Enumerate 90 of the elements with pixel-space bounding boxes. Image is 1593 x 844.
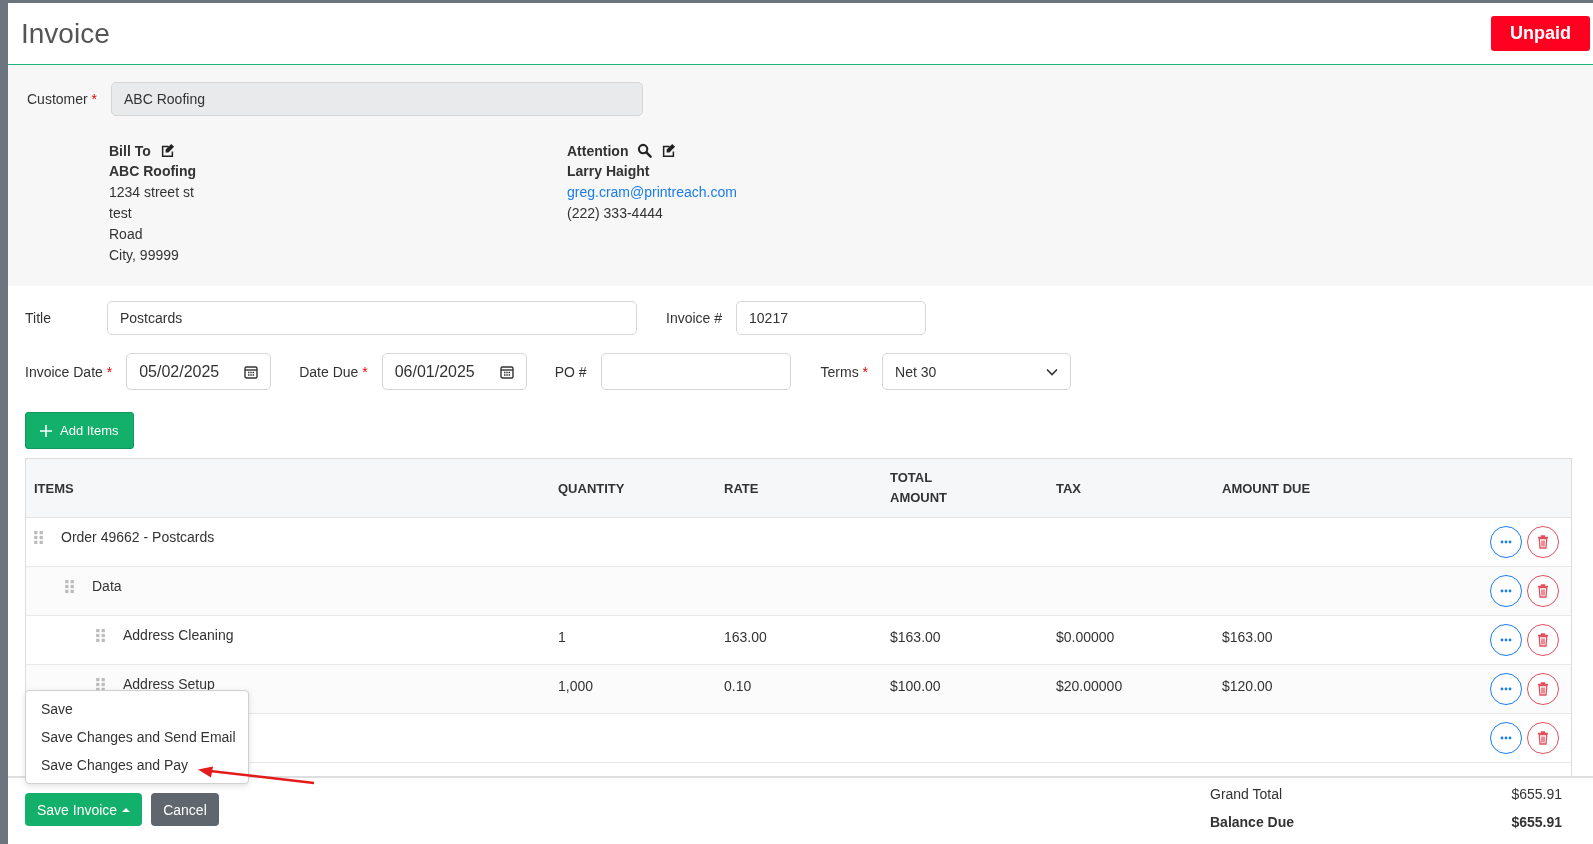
total-label: Grand Total	[1210, 786, 1283, 802]
plus-icon	[40, 424, 52, 437]
drag-handle-icon[interactable]	[96, 628, 105, 642]
table-cell: $0.00000	[1056, 629, 1115, 645]
invoice-number-field[interactable]: 10217	[736, 301, 927, 335]
table-cell: 0.10	[724, 678, 752, 694]
table-cell: 163.00	[724, 629, 767, 645]
more-button[interactable]	[1490, 673, 1522, 705]
drag-handle-icon[interactable]	[96, 677, 105, 691]
edit-icon[interactable]	[159, 143, 175, 158]
more-button[interactable]	[1490, 575, 1522, 607]
menu-item[interactable]: Save Changes and Pay	[26, 751, 248, 779]
total-value: $655.91	[1511, 814, 1562, 830]
delete-button[interactable]	[1527, 526, 1559, 558]
table-cell: $163.00	[890, 629, 941, 645]
search-icon[interactable]	[637, 143, 653, 158]
field-label: Customer	[27, 91, 88, 107]
trash-icon	[1537, 682, 1549, 696]
section-heading: Attention	[567, 142, 629, 159]
column-header: QUANTITY	[558, 480, 626, 496]
ellipsis-icon	[1500, 736, 1512, 740]
chevron-down-icon[interactable]	[1046, 367, 1059, 376]
item-name: Data	[92, 578, 122, 594]
table-cell: $163.00	[1222, 629, 1273, 645]
item-name: Address Setup	[123, 676, 215, 692]
delete-button[interactable]	[1527, 722, 1559, 754]
customer-field[interactable]: ABC Roofing	[111, 82, 644, 116]
field-label: Invoice Date	[25, 363, 103, 380]
phone-number: (222) 333-4444	[567, 204, 664, 223]
column-header: RATE	[724, 480, 760, 496]
address-line: City, 99999	[109, 246, 180, 265]
page-title: Invoice	[21, 17, 110, 50]
field-label: Date Due	[299, 363, 359, 380]
column-header: AMOUNT DUE	[1222, 480, 1312, 496]
delete-button[interactable]	[1527, 673, 1559, 705]
email-link[interactable]: greg.cram@printreach.com	[567, 182, 1025, 203]
address-line: test	[109, 204, 133, 223]
field-label: Title	[25, 310, 52, 326]
trash-icon	[1537, 584, 1549, 598]
drag-handle-icon[interactable]	[34, 530, 43, 544]
address-line: 1234 street st	[109, 183, 195, 202]
item-name: Address Cleaning	[123, 627, 234, 643]
trash-icon	[1537, 633, 1549, 647]
field-label: PO #	[554, 363, 587, 380]
required-mark: *	[862, 363, 869, 380]
title-field[interactable]: Postcards	[107, 301, 637, 335]
required-mark: *	[362, 363, 368, 380]
address-line: ABC Roofing	[109, 162, 198, 181]
table-cell: $100.00	[890, 678, 941, 694]
column-header: TOTAL AMOUNT	[890, 469, 949, 507]
table-cell: $120.00	[1222, 678, 1273, 694]
required-mark: *	[91, 91, 98, 107]
terms-dropdown[interactable]: Net 30	[882, 353, 1072, 390]
calendar-icon[interactable]	[244, 364, 259, 379]
cancel-button[interactable]: Cancel	[151, 793, 219, 826]
delete-button[interactable]	[1527, 575, 1559, 607]
required-mark: *	[106, 363, 113, 380]
table-cell: $20.00000	[1056, 678, 1123, 694]
address-line: Road	[109, 225, 144, 244]
ellipsis-icon	[1500, 687, 1512, 691]
po-field[interactable]	[600, 353, 791, 390]
ellipsis-icon	[1500, 638, 1512, 642]
more-button[interactable]	[1490, 624, 1522, 656]
item-name: Order 49662 - Postcards	[61, 529, 215, 545]
column-header: ITEMS	[33, 480, 75, 496]
ellipsis-icon	[1500, 589, 1512, 593]
menu-item[interactable]: Save	[26, 695, 248, 723]
ellipsis-icon	[1500, 540, 1512, 544]
contact-name: Larry Haight	[567, 162, 651, 181]
table-cell: 1	[558, 629, 566, 645]
trash-icon	[1537, 535, 1549, 549]
delete-button[interactable]	[1527, 624, 1559, 656]
field-label: Invoice #	[666, 310, 723, 326]
column-header: TAX	[1056, 480, 1083, 496]
field-label: Terms	[820, 363, 859, 380]
date-field[interactable]: 06/01/2025	[381, 353, 527, 390]
date-field[interactable]: 05/02/2025	[126, 353, 272, 390]
calendar-icon[interactable]	[499, 364, 514, 379]
status-badge: Unpaid	[1491, 16, 1590, 51]
drag-handle-icon[interactable]	[65, 579, 74, 593]
total-label: Balance Due	[1210, 814, 1295, 830]
trash-icon	[1537, 731, 1549, 745]
menu-item[interactable]: Save Changes and Send Email	[26, 723, 248, 751]
more-button[interactable]	[1490, 722, 1522, 754]
total-value: $655.91	[1511, 786, 1562, 802]
edit-icon[interactable]	[661, 143, 677, 158]
table-cell: 1,000	[558, 678, 594, 694]
more-button[interactable]	[1490, 526, 1522, 558]
section-heading: Bill To	[109, 142, 151, 159]
caret-up-icon	[122, 807, 131, 812]
